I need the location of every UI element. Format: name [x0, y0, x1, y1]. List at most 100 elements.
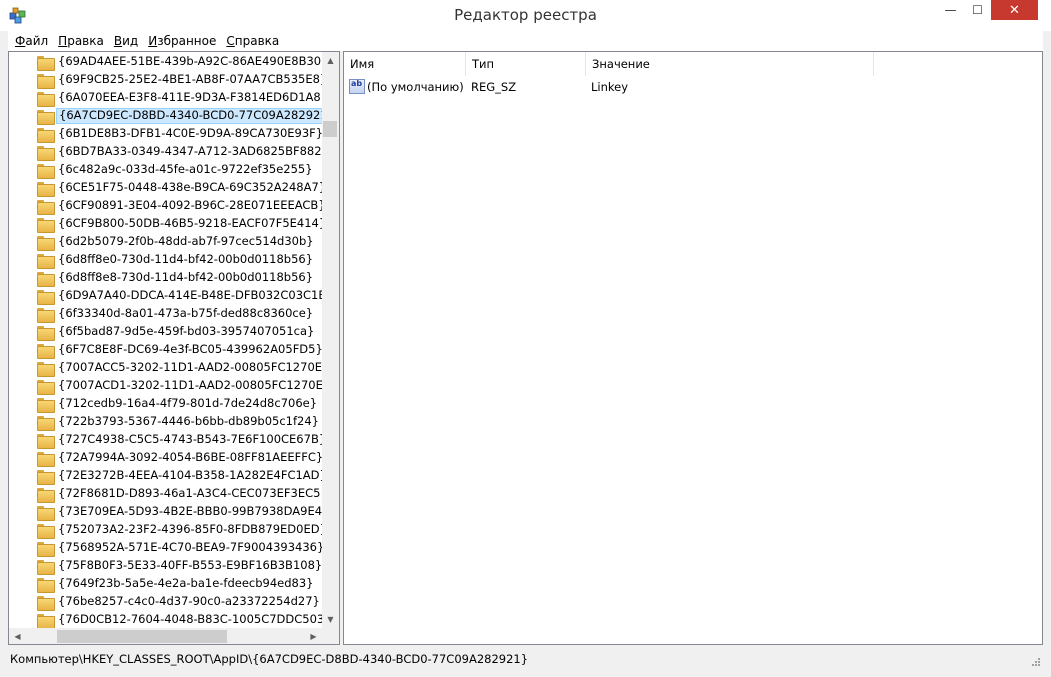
tree-item-label: {72A7994A-3092-4054-B6BE-08FF81AEEFFC}: [58, 450, 322, 464]
scroll-right-arrow-icon[interactable]: ▶: [305, 628, 322, 644]
folder-icon: [37, 272, 55, 287]
folder-icon: [37, 200, 55, 215]
resize-grip-icon[interactable]: [1031, 657, 1041, 667]
folder-icon: [37, 524, 55, 539]
tree-item-label: {6f33340d-8a01-473a-b75f-ded88c8360ce}: [58, 306, 314, 320]
tree-vertical-scrollbar[interactable]: ▲ ▼: [322, 52, 339, 628]
tree-item[interactable]: {76be8257-c4c0-4d37-90c0-a23372254d27}: [9, 593, 322, 611]
folder-icon: [37, 182, 55, 197]
tree-item[interactable]: {6A7CD9EC-D8BD-4340-BCD0-77C09A282921}: [9, 107, 322, 125]
folder-icon: [37, 326, 55, 341]
tree-item[interactable]: {6D9A7A40-DDCA-414E-B48E-DFB032C03C1B}: [9, 287, 322, 305]
tree-item[interactable]: {72A7994A-3092-4054-B6BE-08FF81AEEFFC}: [9, 449, 322, 467]
tree-item[interactable]: {712cedb9-16a4-4f79-801d-7de24d8c706e}: [9, 395, 322, 413]
folder-icon: [37, 164, 55, 179]
tree-item-label: {712cedb9-16a4-4f79-801d-7de24d8c706e}: [58, 396, 318, 410]
minimize-icon: —: [944, 3, 957, 17]
registry-key-tree[interactable]: {69AD4AEE-51BE-439b-A92C-86AE490E8B30} {6…: [9, 52, 322, 628]
folder-icon: [37, 236, 55, 251]
close-icon: ✕: [1009, 2, 1020, 18]
tree-item[interactable]: {6d2b5079-2f0b-48dd-ab7f-97cec514d30b}: [9, 233, 322, 251]
folder-icon: [37, 398, 55, 413]
folder-icon: [37, 488, 55, 503]
tree-item-label: {75F8B0F3-5E33-40FF-B553-E9BF16B3B108}: [58, 558, 322, 572]
tree-item[interactable]: {6A070EEA-E3F8-411E-9D3A-F3814ED6D1A8}: [9, 89, 322, 107]
tree-item[interactable]: {6CF90891-3E04-4092-B96C-28E071EEEACB}: [9, 197, 322, 215]
folder-icon: [37, 92, 55, 107]
tree-item-label: {6B1DE8B3-DFB1-4C0E-9D9A-89CA730E93F}: [58, 126, 322, 140]
tree-item[interactable]: {6f5bad87-9d5e-459f-bd03-3957407051ca}: [9, 323, 322, 341]
minimize-button[interactable]: —: [937, 0, 964, 20]
vertical-scroll-thumb[interactable]: [323, 121, 337, 137]
value-row[interactable]: ab (По умолчанию) REG_SZ Linkey: [344, 78, 1042, 96]
folder-icon: [37, 146, 55, 161]
tree-item-label: {7649f23b-5a5e-4e2a-ba1e-fdeecb94ed83}: [58, 576, 314, 590]
folder-icon: [37, 470, 55, 485]
maximize-icon: ☐: [972, 3, 983, 17]
folder-icon: [37, 614, 55, 628]
close-button[interactable]: ✕: [991, 0, 1038, 20]
tree-item[interactable]: {7568952A-571E-4C70-BEA9-7F9004393436}: [9, 539, 322, 557]
tree-item-label: {72F8681D-D893-46a1-A3C4-CEC073EF3EC5}: [58, 486, 322, 500]
tree-item-label: {7007ACC5-3202-11D1-AAD2-00805FC1270E}: [58, 360, 322, 374]
tree-item[interactable]: {752073A2-23F2-4396-85F0-8FDB879ED0ED}: [9, 521, 322, 539]
folder-icon: [37, 596, 55, 611]
tree-item[interactable]: {6c482a9c-033d-45fe-a01c-9722ef35e255}: [9, 161, 322, 179]
folder-icon: [37, 344, 55, 359]
value-name: (По умолчанию): [367, 80, 464, 94]
tree-item-label: {6D9A7A40-DDCA-414E-B48E-DFB032C03C1B}: [58, 288, 322, 302]
scroll-up-arrow-icon[interactable]: ▲: [322, 52, 339, 69]
menu-help[interactable]: Справка: [221, 34, 284, 48]
tree-item[interactable]: {6CF9B800-50DB-46B5-9218-EACF07F5E414}: [9, 215, 322, 233]
tree-item[interactable]: {76D0CB12-7604-4048-B83C-1005C7DDC503}: [9, 611, 322, 628]
scroll-down-arrow-icon[interactable]: ▼: [322, 611, 339, 628]
column-header-name[interactable]: Имя: [344, 52, 466, 76]
folder-icon: [37, 434, 55, 449]
maximize-button[interactable]: ☐: [964, 0, 991, 20]
current-key-path: Компьютер\HKEY_CLASSES_ROOT\AppID\{6A7CD…: [10, 652, 529, 666]
tree-item-label: {6d8ff8e8-730d-11d4-bf42-00b0d0118b56}: [58, 270, 314, 284]
tree-item-label: {72E3272B-4EEA-4104-B358-1A282E4FC1AD}: [58, 468, 322, 482]
tree-item[interactable]: {73E709EA-5D93-4B2E-BBB0-99B7938DA9E4}: [9, 503, 322, 521]
folder-icon: [37, 110, 55, 125]
tree-item[interactable]: {7007ACD1-3202-11D1-AAD2-00805FC1270E}: [9, 377, 322, 395]
tree-item-label: {6A070EEA-E3F8-411E-9D3A-F3814ED6D1A8}: [58, 90, 322, 104]
registry-tree-pane[interactable]: {69AD4AEE-51BE-439b-A92C-86AE490E8B30} {6…: [8, 51, 340, 645]
tree-item-label: {7568952A-571E-4C70-BEA9-7F9004393436}: [58, 540, 322, 554]
horizontal-scroll-thumb[interactable]: [57, 630, 227, 643]
tree-item-label: {6A7CD9EC-D8BD-4340-BCD0-77C09A282921}: [56, 108, 322, 124]
tree-item[interactable]: {69F9CB25-25E2-4BE1-AB8F-07AA7CB535E8}: [9, 71, 322, 89]
tree-item[interactable]: {72F8681D-D893-46a1-A3C4-CEC073EF3EC5}: [9, 485, 322, 503]
folder-icon: [37, 506, 55, 521]
tree-item[interactable]: {6f33340d-8a01-473a-b75f-ded88c8360ce}: [9, 305, 322, 323]
tree-item[interactable]: {6B1DE8B3-DFB1-4C0E-9D9A-89CA730E93F}: [9, 125, 322, 143]
tree-item-label: {6CE51F75-0448-438e-B9CA-69C352A248A7}: [58, 180, 322, 194]
tree-item[interactable]: {6d8ff8e8-730d-11d4-bf42-00b0d0118b56}: [9, 269, 322, 287]
tree-item[interactable]: {6F7C8E8F-DC69-4e3f-BC05-439962A05FD5}: [9, 341, 322, 359]
tree-item[interactable]: {69AD4AEE-51BE-439b-A92C-86AE490E8B30}: [9, 53, 322, 71]
menu-favorites[interactable]: Избранное: [143, 34, 221, 48]
tree-item[interactable]: {6CE51F75-0448-438e-B9CA-69C352A248A7}: [9, 179, 322, 197]
tree-item[interactable]: {6BD7BA33-0349-4347-A712-3AD6825BF882}: [9, 143, 322, 161]
tree-item[interactable]: {75F8B0F3-5E33-40FF-B553-E9BF16B3B108}: [9, 557, 322, 575]
tree-item[interactable]: {7649f23b-5a5e-4e2a-ba1e-fdeecb94ed83}: [9, 575, 322, 593]
tree-item-label: {69AD4AEE-51BE-439b-A92C-86AE490E8B30}: [58, 54, 322, 68]
tree-item[interactable]: {6d8ff8e0-730d-11d4-bf42-00b0d0118b56}: [9, 251, 322, 269]
status-bar: Компьютер\HKEY_CLASSES_ROOT\AppID\{6A7CD…: [8, 649, 1043, 669]
tree-item[interactable]: {72E3272B-4EEA-4104-B358-1A282E4FC1AD}: [9, 467, 322, 485]
folder-icon: [37, 56, 55, 71]
tree-horizontal-scrollbar[interactable]: ◀ ▶: [9, 628, 339, 644]
scroll-left-arrow-icon[interactable]: ◀: [9, 628, 26, 644]
tree-item[interactable]: {722b3793-5367-4446-b6bb-db89b05c1f24}: [9, 413, 322, 431]
folder-icon: [37, 290, 55, 305]
column-header-value[interactable]: Значение: [586, 52, 874, 76]
values-list-pane[interactable]: Имя Тип Значение ab (По умолчанию) REG_S…: [343, 51, 1043, 645]
column-header-type[interactable]: Тип: [466, 52, 586, 76]
tree-item[interactable]: {7007ACC5-3202-11D1-AAD2-00805FC1270E}: [9, 359, 322, 377]
tree-item[interactable]: {727C4938-C5C5-4743-B543-7E6F100CE67B}: [9, 431, 322, 449]
tree-item-label: {6BD7BA33-0349-4347-A712-3AD6825BF882}: [58, 144, 322, 158]
menu-edit[interactable]: Правка: [53, 34, 109, 48]
menu-view[interactable]: Вид: [109, 34, 143, 48]
folder-icon: [37, 380, 55, 395]
menu-file[interactable]: Файл: [10, 34, 53, 48]
